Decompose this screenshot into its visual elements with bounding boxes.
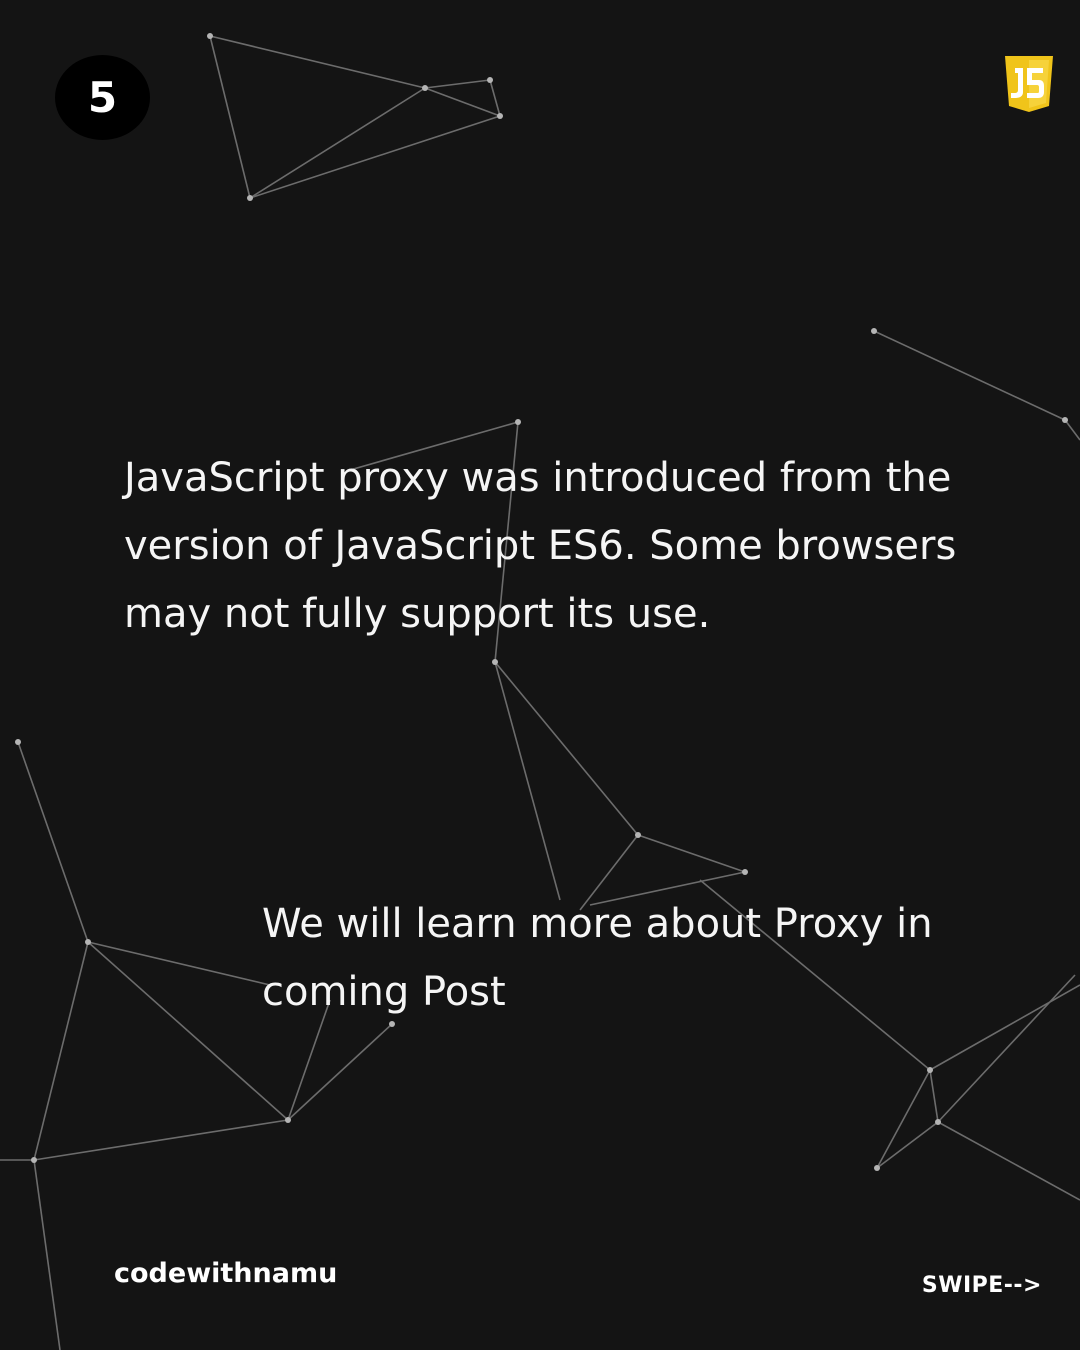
- page-number-badge: 5: [55, 55, 150, 140]
- main-description: JavaScript proxy was introduced from the…: [124, 455, 957, 637]
- network-lines-background: [0, 33, 1080, 1350]
- upcoming-post-note: We will learn more about Proxy in coming…: [262, 901, 933, 1015]
- author-handle: codewithnamu: [114, 1258, 338, 1289]
- swipe-hint[interactable]: SWIPE-->: [922, 1273, 1042, 1298]
- javascript-logo-icon: [1005, 56, 1053, 112]
- page-number: 5: [87, 73, 118, 122]
